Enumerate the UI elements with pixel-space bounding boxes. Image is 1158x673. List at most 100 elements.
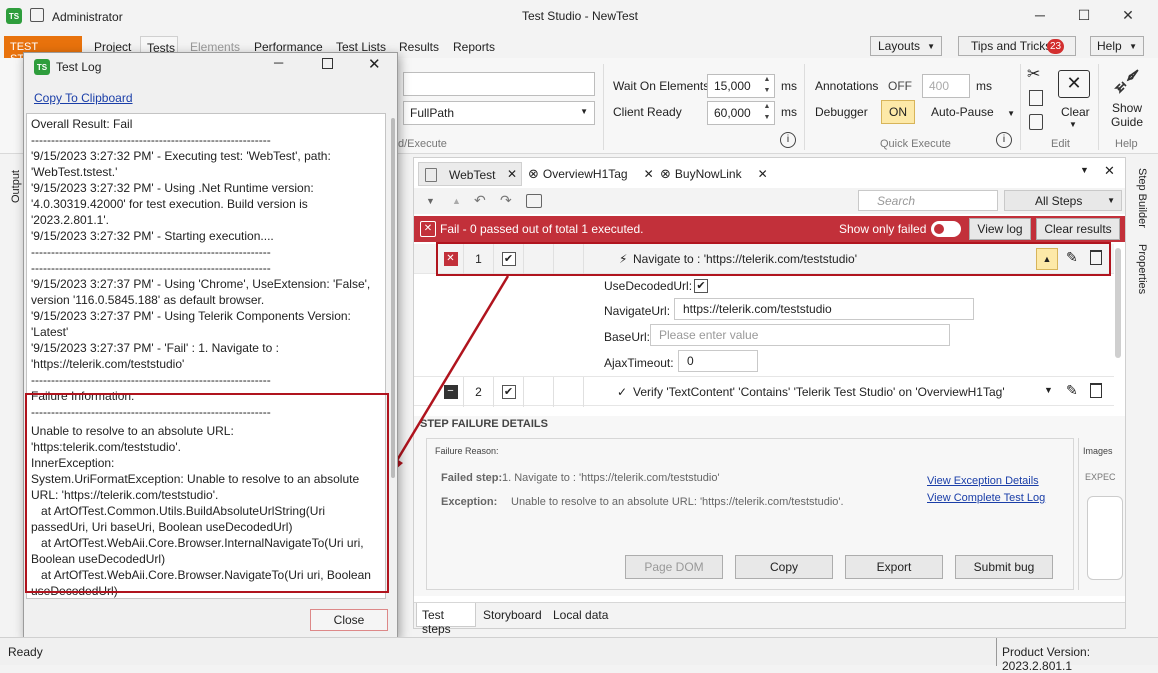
minimize-button[interactable]: ─	[274, 55, 283, 70]
fullpath-dropdown[interactable]: FullPath ▼	[403, 101, 595, 125]
move-up-icon[interactable]: ▲	[452, 196, 461, 206]
copy-to-clipboard-link[interactable]: Copy To Clipboard	[34, 91, 133, 105]
steps-toolbar: ▼ ▲ ↶ ↷ Search All Steps ▼	[414, 188, 1125, 214]
delete-trash-icon[interactable]	[1090, 383, 1102, 398]
close-dialog-icon[interactable]: ✕	[368, 55, 381, 73]
copy-icon[interactable]	[1029, 90, 1043, 106]
failed-step-value: 1. Navigate to : 'https://telerik.com/te…	[502, 472, 720, 484]
spin-up-icon[interactable]: ▲	[761, 103, 773, 110]
tab-test-steps[interactable]: Test steps	[416, 603, 476, 636]
search-input[interactable]: Search	[858, 190, 998, 211]
ajax-timeout-input[interactable]: 0	[678, 350, 758, 372]
log-line: '9/15/2023 3:27:37 PM' - Using Telerik C…	[31, 309, 355, 339]
locator-input[interactable]	[403, 72, 595, 96]
ribbon-divider	[1098, 64, 1099, 150]
step-enabled-checkbox[interactable]: ✔	[494, 377, 524, 407]
show-guide-button[interactable]: Show Guide	[1104, 101, 1150, 129]
undo-icon[interactable]: ↶	[474, 192, 486, 209]
show-only-failed-toggle[interactable]	[931, 221, 961, 237]
failure-reason-box: Failure Reason: Failed step: 1. Navigate…	[426, 438, 1074, 590]
edit-pencil-icon[interactable]: ✎	[1066, 382, 1078, 399]
element-icon: ⊗	[660, 166, 671, 181]
cut-icon[interactable]: ✂	[1027, 64, 1040, 84]
clear-button-label[interactable]: Clear	[1061, 105, 1090, 119]
element-icon: ⊗	[528, 166, 539, 181]
menu-reports[interactable]: Reports	[453, 40, 495, 54]
log-line: '9/15/2023 3:27:37 PM' - Using 'Chrome',…	[31, 277, 374, 307]
paste-icon[interactable]	[1029, 114, 1043, 130]
steps-layout-icon[interactable]	[526, 194, 542, 208]
maximize-button[interactable]: ☐	[1062, 0, 1106, 30]
bottom-tabs: Test steps Storyboard Local data	[414, 602, 1125, 636]
base-url-label: BaseUrl:	[604, 330, 651, 344]
annotations-delay-input[interactable]: 400	[922, 74, 970, 98]
copy-button[interactable]: Copy	[735, 555, 833, 579]
wait-on-elements-input[interactable]: 15,000 ▲ ▼	[707, 74, 775, 98]
test-log-dialog: TS Test Log ─ ✕ Copy To Clipboard Overal…	[23, 52, 398, 638]
move-down-icon[interactable]: ▼	[426, 196, 435, 206]
log-scroll-thumb[interactable]	[391, 118, 395, 478]
spin-down-icon[interactable]: ▼	[761, 114, 773, 121]
view-log-button[interactable]: View log	[969, 218, 1031, 240]
client-ready-value: 60,000	[714, 106, 751, 120]
step-collapse-icon[interactable]: −	[443, 385, 458, 399]
test-editor-panel: WebTest ✕ ⊗ OverviewH1Tag ✕ ⊗ BuyNowLink…	[413, 157, 1126, 636]
output-side-tab[interactable]: Output	[10, 170, 22, 203]
failure-info-highlight	[25, 393, 389, 593]
close-tab-icon[interactable]: ✕	[644, 167, 654, 181]
clear-results-button[interactable]: Clear results	[1036, 218, 1120, 240]
step-row-2[interactable]: − 2 ✔ ✓ Verify 'TextContent' 'Contains' …	[414, 376, 1114, 407]
view-complete-test-log-link[interactable]: View Complete Test Log	[927, 492, 1045, 504]
log-line: ----------------------------------------…	[31, 373, 271, 387]
tab-local-data[interactable]: Local data	[553, 608, 608, 622]
tab-overviewh1tag-label: OverviewH1Tag	[542, 167, 628, 181]
step-column	[554, 377, 584, 407]
maximize-button[interactable]	[322, 58, 333, 69]
clear-icon[interactable]: ✕	[1058, 70, 1090, 98]
minimize-button[interactable]: ─	[1018, 0, 1062, 30]
layouts-dropdown[interactable]: Layouts ▼	[870, 36, 942, 56]
view-exception-details-link[interactable]: View Exception Details	[927, 475, 1039, 487]
tab-storyboard[interactable]: Storyboard	[483, 608, 542, 622]
use-decoded-url-checkbox[interactable]: ✔	[694, 279, 708, 293]
all-steps-dropdown[interactable]: All Steps ▼	[1004, 190, 1122, 211]
debugger-toggle[interactable]: ON	[881, 100, 915, 124]
debugger-label: Debugger	[815, 105, 868, 119]
rocket-icon[interactable]	[1110, 66, 1142, 98]
close-tab-icon[interactable]: ✕	[507, 167, 517, 181]
spin-up-icon[interactable]: ▲	[761, 76, 773, 83]
export-button[interactable]: Export	[845, 555, 943, 579]
spin-down-icon[interactable]: ▼	[761, 87, 773, 94]
auto-pause-dropdown[interactable]: Auto-Pause ▼	[931, 105, 1015, 119]
steps-scrollbar[interactable]	[1115, 248, 1121, 358]
close-tab-icon[interactable]: ✕	[758, 167, 768, 181]
log-line: ----------------------------------------…	[31, 261, 271, 275]
client-ready-input[interactable]: 60,000 ▲ ▼	[707, 101, 775, 125]
tab-buynowlink[interactable]: ⊗ BuyNowLink ✕	[660, 166, 768, 182]
submit-bug-button[interactable]: Submit bug	[955, 555, 1053, 579]
menu-results[interactable]: Results	[399, 40, 439, 54]
tips-and-tricks-button[interactable]: Tips and Tricks 23	[958, 36, 1076, 56]
chevron-down-icon[interactable]: ▼	[1069, 120, 1077, 129]
tab-list-icon[interactable]: ▼	[1080, 165, 1089, 175]
client-ready-label: Client Ready	[613, 105, 682, 119]
tab-webtest[interactable]: WebTest ✕	[418, 162, 522, 186]
info-icon[interactable]: i	[780, 132, 796, 148]
redo-icon[interactable]: ↷	[500, 192, 512, 209]
base-url-input[interactable]: Please enter value	[650, 324, 950, 346]
log-scrollbar[interactable]	[389, 114, 397, 598]
close-window-button[interactable]: ✕	[1106, 0, 1150, 30]
close-panel-icon[interactable]: ✕	[1104, 163, 1115, 179]
step-builder-side-tab[interactable]: Step Builder	[1136, 168, 1148, 228]
annotations-toggle[interactable]: OFF	[888, 79, 912, 93]
properties-side-tab[interactable]: Properties	[1136, 244, 1148, 294]
chevron-down-icon[interactable]: ▼	[1044, 385, 1053, 395]
page-dom-button[interactable]: Page DOM	[625, 555, 723, 579]
close-button[interactable]: Close	[310, 609, 388, 631]
info-icon[interactable]: i	[996, 132, 1012, 148]
edit-group-label: Edit	[1051, 138, 1070, 150]
navigate-url-input[interactable]: https://telerik.com/teststudio	[674, 298, 974, 320]
help-dropdown[interactable]: Help ▼	[1090, 36, 1144, 56]
chevron-down-icon: ▼	[1129, 41, 1137, 51]
tab-overviewh1tag[interactable]: ⊗ OverviewH1Tag ✕	[528, 166, 654, 182]
